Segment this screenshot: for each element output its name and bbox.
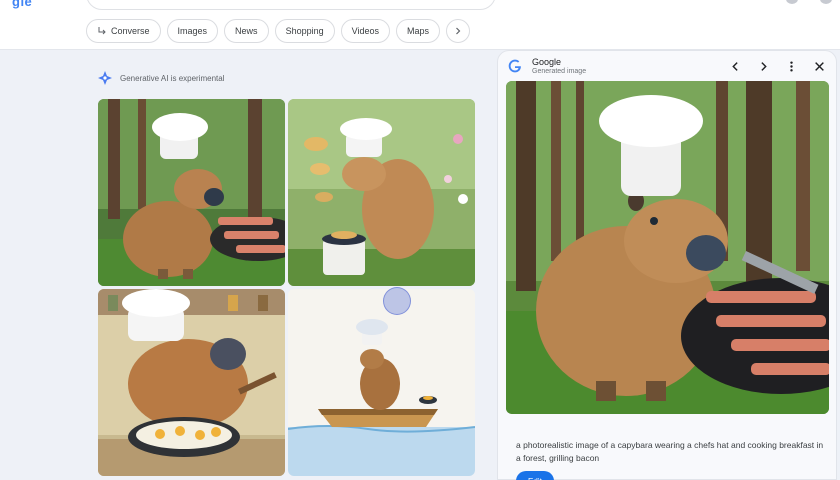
chevron-left-icon xyxy=(731,61,738,71)
more-options-button[interactable] xyxy=(784,59,798,73)
google-g-icon xyxy=(508,59,521,73)
gemini-sparkle-icon xyxy=(98,71,112,85)
chip-shopping[interactable]: Shopping xyxy=(274,19,335,43)
generated-image-3[interactable] xyxy=(98,289,285,476)
next-image-button[interactable] xyxy=(756,59,770,73)
chip-label: News xyxy=(235,26,258,36)
image-preview-panel: Google Generated image a photorealistic … xyxy=(497,50,837,480)
close-panel-button[interactable] xyxy=(812,59,826,73)
generative-ai-label: Generative AI is experimental xyxy=(98,71,225,85)
filter-chips: Converse Images News Shopping Videos Map… xyxy=(86,19,470,43)
previous-image-button[interactable] xyxy=(728,59,742,73)
top-header: gle Converse Images News Shopping Videos… xyxy=(0,0,840,50)
generated-image-4[interactable] xyxy=(288,289,475,476)
account-icons xyxy=(786,0,832,4)
google-logo[interactable]: gle xyxy=(12,0,32,9)
chevron-right-icon xyxy=(456,27,461,35)
avatar[interactable] xyxy=(820,0,832,4)
chip-converse[interactable]: Converse xyxy=(86,19,161,43)
generative-ai-text: Generative AI is experimental xyxy=(120,73,225,83)
chip-maps[interactable]: Maps xyxy=(395,19,440,43)
generated-image-2[interactable] xyxy=(288,99,475,286)
chip-videos[interactable]: Videos xyxy=(340,19,390,43)
panel-actions xyxy=(728,59,826,73)
chip-images[interactable]: Images xyxy=(166,19,219,43)
image-prompt-caption: a photorealistic image of a capybara wea… xyxy=(516,440,824,463)
chip-news[interactable]: News xyxy=(224,19,269,43)
chips-next-button[interactable] xyxy=(445,19,470,43)
close-icon xyxy=(814,61,824,71)
more-vert-icon xyxy=(789,60,793,72)
mouse-cursor-indicator xyxy=(383,287,411,315)
generated-image-1[interactable] xyxy=(98,99,285,286)
apps-icon[interactable] xyxy=(786,0,798,4)
panel-title: Google xyxy=(532,57,562,67)
search-bar[interactable] xyxy=(86,0,496,10)
chevron-right-icon xyxy=(760,61,767,71)
chip-label: Converse xyxy=(111,26,150,36)
chip-label: Videos xyxy=(351,26,379,36)
generated-images-grid xyxy=(98,99,475,476)
panel-header: Google Generated image xyxy=(508,57,586,75)
panel-subtitle: Generated image xyxy=(532,68,587,75)
edit-button[interactable]: Edit xyxy=(516,471,554,480)
chip-label: Maps xyxy=(406,26,429,36)
converse-arrow-icon xyxy=(98,27,106,35)
chip-label: Shopping xyxy=(285,26,324,36)
chip-label: Images xyxy=(177,26,208,36)
preview-image[interactable] xyxy=(506,81,829,414)
